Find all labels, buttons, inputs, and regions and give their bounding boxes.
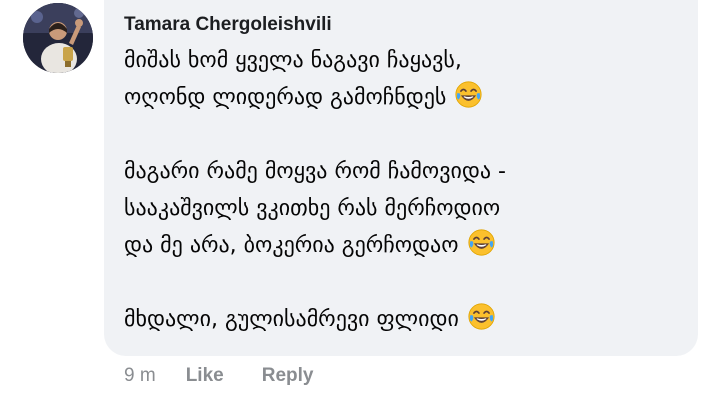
comment-line-text: ოღონდ ლიდერად გამოჩნდეს	[124, 85, 447, 110]
comment-actions: 9 m Like Reply	[124, 362, 351, 390]
comment-paragraph: მიშას ხომ ყველა ნაგავი ჩაყავს, ოღონდ ლიდე…	[124, 42, 680, 116]
comment-line: მიშას ხომ ყველა ნაგავი ჩაყავს,	[124, 42, 680, 79]
comment-line: და მე არა, ბოკერია გერჩოდაო	[124, 227, 680, 264]
comment-line-text: მაგარი რამე მოყვა რომ ჩამოვიდა -	[124, 159, 506, 184]
face-with-tears-of-joy-icon	[455, 81, 482, 108]
comment-line-text: მიშას ხომ ყველა ნაგავი ჩაყავს,	[124, 48, 462, 73]
like-button[interactable]: Like	[186, 365, 224, 387]
comment-paragraph: მაგარი რამე მოყვა რომ ჩამოვიდა - სააკაშვი…	[124, 153, 680, 264]
comment-line-text: სააკაშვილს ვკითხე რას მერჩოდიო	[124, 196, 501, 221]
comment-line-text: მხდალი, გულისამრევი ფლიდი	[124, 307, 459, 332]
reply-button[interactable]: Reply	[262, 365, 314, 387]
comment-line: ოღონდ ლიდერად გამოჩნდეს	[124, 79, 680, 116]
author-name[interactable]: Tamara Chergoleishvili	[124, 14, 680, 36]
comment-bubble: Tamara Chergoleishvili მიშას ხომ ყველა ნ…	[104, 0, 698, 356]
avatar-image	[23, 3, 93, 73]
comment-text: მიშას ხომ ყველა ნაგავი ჩაყავს, ოღონდ ლიდე…	[124, 42, 680, 338]
comment-line: მაგარი რამე მოყვა რომ ჩამოვიდა -	[124, 153, 680, 190]
avatar[interactable]	[23, 3, 93, 73]
comment-line-text: და მე არა, ბოკერია გერჩოდაო	[124, 233, 459, 258]
face-with-tears-of-joy-icon	[467, 229, 495, 256]
comment-row: Tamara Chergoleishvili მიშას ხომ ყველა ნ…	[0, 0, 720, 404]
comment-line: სააკაშვილს ვკითხე რას მერჩოდიო	[124, 190, 680, 227]
comment-line: მხდალი, გულისამრევი ფლიდი	[124, 301, 680, 338]
comment-timestamp[interactable]: 9 m	[124, 365, 156, 387]
face-with-tears-of-joy-icon	[468, 303, 495, 330]
comment-paragraph: მხდალი, გულისამრევი ფლიდი	[124, 301, 680, 338]
